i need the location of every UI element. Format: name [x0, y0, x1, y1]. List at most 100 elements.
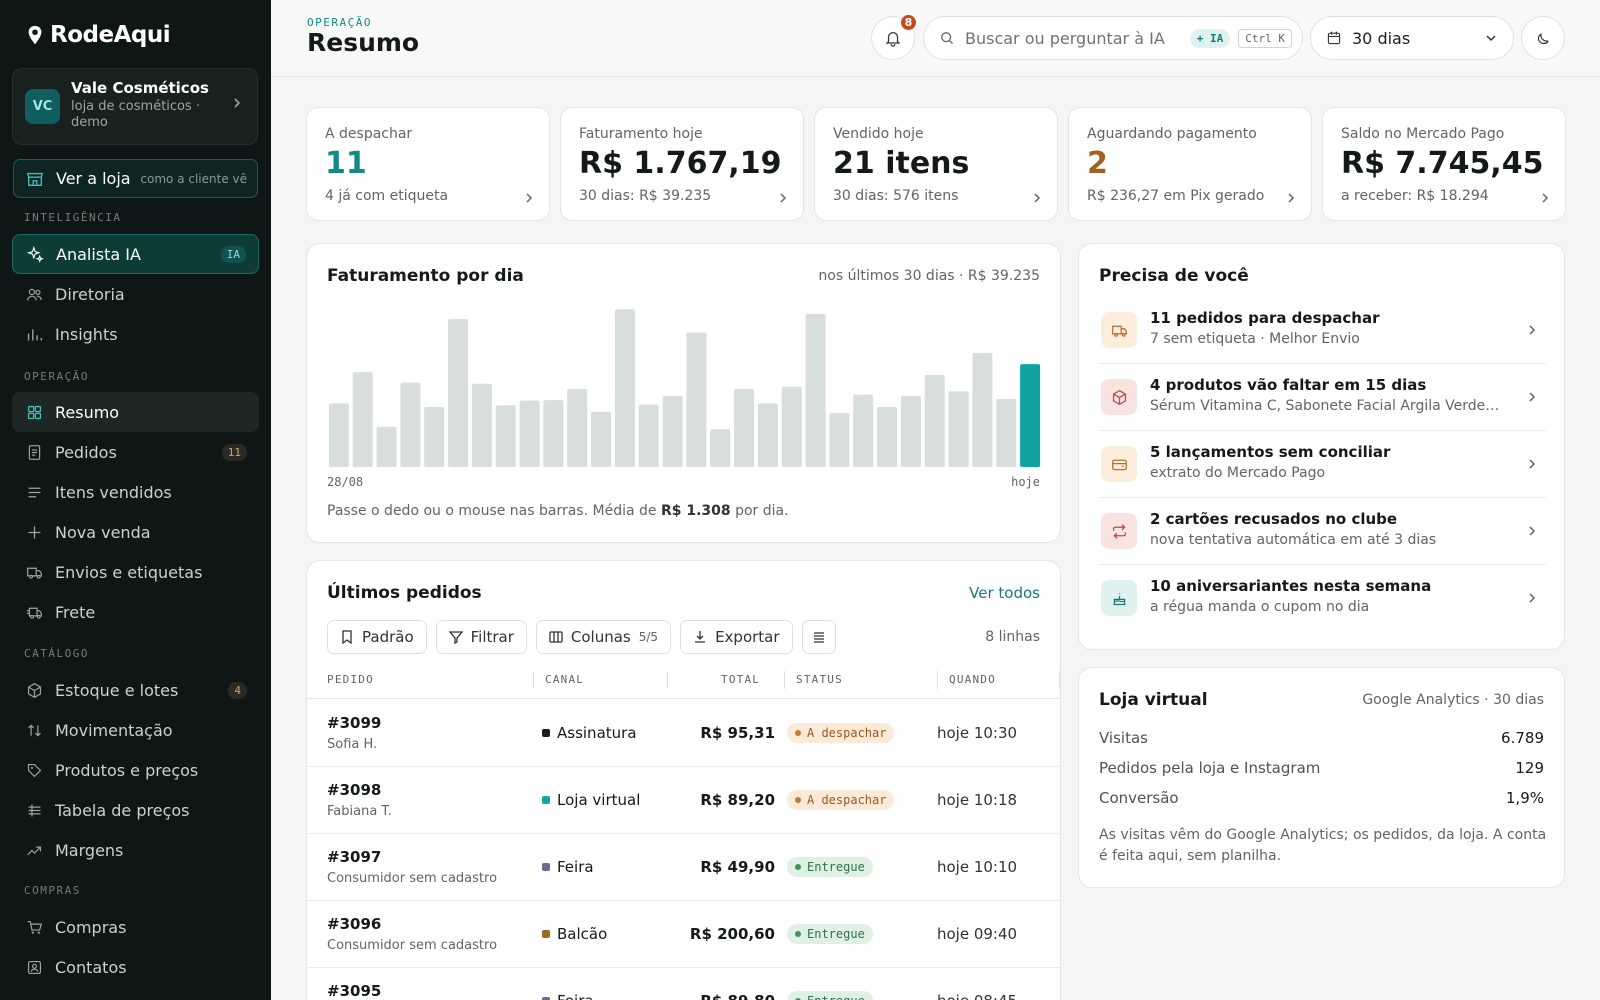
default-view-button[interactable]: Padrão — [327, 620, 427, 654]
column-divider[interactable] — [937, 671, 938, 689]
chart-bar[interactable] — [424, 407, 445, 467]
org-switcher[interactable]: VC Vale Cosméticos loja de cosméticos · … — [12, 68, 258, 145]
action-title: 5 lançamentos sem conciliar — [1150, 443, 1391, 461]
sidebar-item-compras[interactable]: Compras — [12, 907, 259, 947]
kpi-card-faturamento[interactable]: Faturamento hoje R$ 1.767,19 30 dias: R$… — [560, 107, 804, 221]
table-row[interactable]: #3098 Fabiana T. Loja virtual R$ 89,20 A des… — [307, 767, 1060, 834]
column-divider[interactable] — [667, 671, 668, 689]
action-subtitle: extrato do Mercado Pago — [1150, 465, 1326, 481]
panel-title: Últimos pedidos — [327, 583, 482, 603]
sidebar-item-label: Margens — [55, 840, 124, 860]
sidebar-item-itens-vendidos[interactable]: Itens vendidos — [12, 472, 259, 512]
chart-bar[interactable] — [805, 313, 826, 467]
date-range-select[interactable]: 30 dias — [1310, 16, 1514, 60]
columns-icon — [549, 631, 563, 643]
column-divider[interactable] — [533, 671, 534, 689]
chart-bar[interactable] — [495, 405, 516, 467]
chart-bar[interactable] — [972, 352, 993, 467]
chart-bar[interactable] — [662, 396, 683, 467]
chart-bar[interactable] — [448, 319, 469, 467]
chart-bar[interactable] — [614, 309, 635, 467]
chart-bar[interactable] — [638, 404, 659, 467]
chart-bar[interactable] — [567, 389, 588, 467]
action-item[interactable]: 5 lançamentos sem conciliar extrato do Me… — [1099, 431, 1546, 498]
chart-bar[interactable] — [734, 389, 755, 467]
order-time: hoje 10:18 — [937, 791, 1018, 809]
sidebar-item-label: Itens vendidos — [55, 482, 172, 502]
revenue-bar-chart[interactable] — [327, 304, 1042, 467]
column-header-status[interactable]: STATUS — [796, 673, 843, 686]
sidebar-item-tabela-precos[interactable]: Tabela de preços — [12, 790, 259, 830]
search-input[interactable]: Buscar ou perguntar à IA + IA Ctrl K — [923, 16, 1303, 60]
chart-bar[interactable] — [781, 386, 802, 467]
chart-bar[interactable] — [853, 394, 874, 467]
chart-bar[interactable] — [686, 332, 707, 468]
count-badge: 4 — [228, 681, 247, 699]
column-divider[interactable] — [784, 671, 785, 689]
action-item[interactable]: 10 aniversariantes nesta semana a régua m… — [1099, 565, 1546, 632]
chart-bar[interactable] — [519, 400, 540, 467]
sidebar-item-estoque[interactable]: Estoque e lotes 4 — [12, 670, 259, 710]
chart-bar[interactable] — [471, 383, 492, 467]
sidebar-item-envios[interactable]: Envios e etiquetas — [12, 552, 259, 592]
columns-button[interactable]: Colunas 5/5 — [535, 620, 672, 654]
sidebar-item-margens[interactable]: Margens — [12, 830, 259, 870]
chart-bar[interactable] — [591, 411, 612, 467]
column-header-canal[interactable]: CANAL — [545, 673, 584, 686]
receipt-icon — [25, 443, 43, 461]
kpi-card-vendido[interactable]: Vendido hoje 21 itens 30 dias: 576 itens — [814, 107, 1058, 221]
action-item[interactable]: 11 pedidos para despachar 7 sem etiqueta … — [1099, 297, 1546, 364]
export-button[interactable]: Exportar — [680, 620, 793, 654]
chart-bar[interactable] — [543, 400, 564, 467]
chart-bar[interactable] — [996, 398, 1017, 467]
chart-bar[interactable] — [900, 396, 921, 467]
chart-bar[interactable] — [1020, 364, 1041, 467]
brand-logo[interactable]: RodeAqui — [24, 22, 171, 48]
sidebar-item-frete[interactable]: Frete — [12, 592, 259, 632]
chart-bar[interactable] — [757, 403, 778, 468]
order-channel: Loja virtual — [542, 791, 640, 809]
sidebar-item-nova-venda[interactable]: Nova venda — [12, 512, 259, 552]
view-store-button[interactable]: Ver a loja como a cliente vê — [13, 159, 258, 198]
column-header-pedido[interactable]: PEDIDO — [327, 673, 374, 686]
chart-bar[interactable] — [400, 382, 421, 467]
download-icon — [695, 631, 706, 643]
kpi-card-aguardando[interactable]: Aguardando pagamento 2 R$ 236,27 em Pix … — [1068, 107, 1312, 221]
density-button[interactable] — [801, 620, 836, 654]
kpi-value: 21 itens — [833, 146, 970, 181]
sidebar-item-contatos[interactable]: Contatos — [12, 947, 259, 987]
chart-bar[interactable] — [352, 372, 373, 467]
filter-button[interactable]: Filtrar — [435, 620, 527, 654]
sidebar-item-analista-ia[interactable]: Analista IA IA — [12, 234, 259, 274]
chart-bar[interactable] — [328, 403, 349, 468]
chart-bar[interactable] — [877, 407, 898, 467]
chart-bar[interactable] — [924, 375, 945, 467]
sidebar-item-produtos[interactable]: Produtos e preços — [12, 750, 259, 790]
table-row[interactable]: #3097 Consumidor sem cadastro Feira R$ 49,9… — [307, 834, 1060, 901]
column-header-total[interactable]: TOTAL — [721, 673, 760, 686]
chart-bar[interactable] — [376, 426, 397, 467]
truck-icon — [25, 563, 43, 581]
sidebar-item-insights[interactable]: Insights — [12, 314, 259, 354]
sidebar-item-resumo[interactable]: Resumo — [12, 392, 259, 432]
kpi-card-a-despachar[interactable]: A despachar 11 4 já com etiqueta — [306, 107, 550, 221]
table-row[interactable]: #3099 Sofia H. Assinatura R$ 95,31 A despach… — [307, 700, 1060, 767]
action-item[interactable]: 4 produtos vão faltar em 15 dias Sérum Vi… — [1099, 364, 1546, 431]
theme-toggle-button[interactable] — [1521, 16, 1565, 60]
sidebar-item-movimentacao[interactable]: Movimentação — [12, 710, 259, 750]
table-row[interactable]: #3095 Feira R$ 89,80 Entregue hoje 08:45 — [307, 968, 1060, 1000]
chart-bar[interactable] — [829, 412, 850, 467]
column-header-quando[interactable]: QUANDO — [949, 673, 996, 686]
table-row[interactable]: #3096 Consumidor sem cadastro Balcão R$ 200… — [307, 901, 1060, 968]
sidebar-item-pedidos[interactable]: Pedidos 11 — [12, 432, 259, 472]
chevron-right-icon — [1529, 593, 1536, 603]
status-badge: A despachar — [787, 790, 895, 810]
view-all-link[interactable]: Ver todos — [969, 584, 1040, 602]
chart-bar[interactable] — [710, 429, 731, 467]
action-item[interactable]: 2 cartões recusados no clube nova tentati… — [1099, 498, 1546, 565]
sidebar-item-diretoria[interactable]: Diretoria — [12, 274, 259, 314]
notifications-button[interactable]: 8 — [871, 13, 918, 60]
chart-bar[interactable] — [948, 391, 969, 467]
column-divider[interactable] — [1059, 671, 1060, 689]
kpi-card-saldo[interactable]: Saldo no Mercado Pago R$ 7.745,45 a rece… — [1322, 107, 1566, 221]
